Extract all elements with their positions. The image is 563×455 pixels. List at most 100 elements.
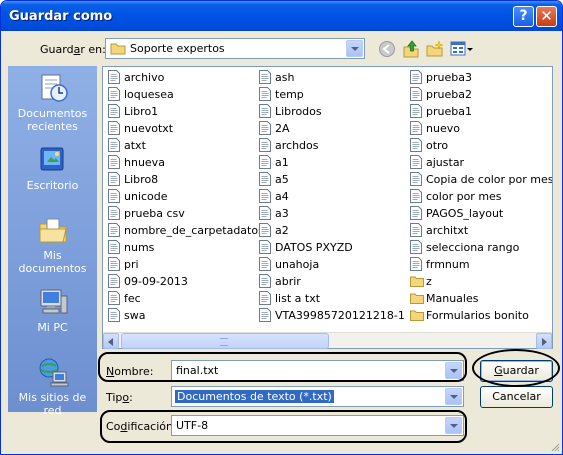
folder-icon	[410, 276, 424, 287]
new-folder-icon[interactable]	[426, 40, 444, 58]
close-button[interactable]: ✕	[536, 6, 557, 27]
text-file-icon	[259, 121, 271, 135]
text-file-icon	[108, 138, 120, 152]
desktop-icon	[40, 147, 63, 171]
item-name: PAGOS_layout	[426, 207, 504, 220]
save-in-dropdown[interactable]: Soporte expertos	[105, 38, 365, 59]
text-file-icon	[108, 172, 120, 186]
item-name: nuevo	[426, 122, 460, 135]
text-file-icon	[259, 257, 271, 271]
folder-icon	[410, 310, 424, 321]
text-file-icon	[410, 138, 422, 152]
save-in-value: Soporte expertos	[130, 42, 225, 55]
window-title: Guardar como	[9, 9, 113, 24]
chevron-down-icon[interactable]	[445, 388, 462, 405]
text-file-icon	[259, 223, 271, 237]
text-file-icon	[108, 308, 120, 322]
item-name: archdos	[275, 139, 319, 152]
text-file-icon	[259, 104, 271, 118]
resize-grip-icon[interactable]	[550, 442, 560, 452]
text-file-icon	[410, 223, 422, 237]
item-name: Libro1	[124, 105, 159, 118]
back-icon[interactable]	[378, 40, 396, 58]
place-my-documents[interactable]: Mis documentos	[8, 214, 97, 275]
text-file-icon	[259, 155, 271, 169]
chevron-down-icon[interactable]	[445, 417, 462, 434]
filename-input[interactable]: final.txt	[171, 360, 464, 381]
item-name: temp	[275, 88, 304, 101]
scroll-left-icon[interactable]	[103, 333, 119, 349]
encoding-dropdown[interactable]: UTF-8	[171, 415, 464, 436]
chevron-down-icon[interactable]	[346, 40, 363, 57]
text-file-icon	[108, 223, 120, 237]
item-name: nuevotxt	[124, 122, 174, 135]
item-name: Copia de color por mes	[426, 173, 553, 186]
text-file-icon	[108, 121, 120, 135]
item-name: unahoja	[275, 258, 320, 271]
place-network-places[interactable]: Mis sitios de red	[8, 356, 97, 417]
text-file-icon	[410, 240, 422, 254]
text-file-icon	[410, 257, 422, 271]
file-list[interactable]: archivo loquesea Libro1 nuevotxt atxt hnueva L…	[102, 66, 553, 349]
text-file-icon	[410, 87, 422, 101]
scroll-right-icon[interactable]	[536, 333, 552, 349]
item-name: frmnum	[426, 258, 470, 271]
item-name: prueba3	[426, 71, 472, 84]
item-name: Formularios bonito	[426, 309, 529, 322]
text-file-icon	[259, 274, 271, 288]
text-file-icon	[259, 291, 271, 305]
horizontal-scrollbar[interactable]	[103, 332, 552, 349]
item-name: list a txt	[275, 292, 321, 305]
item-name: ash	[275, 71, 295, 84]
text-file-icon	[108, 291, 120, 305]
item-name: hnueva	[124, 156, 165, 169]
item-name: Librodos	[275, 105, 322, 118]
text-file-icon	[410, 206, 422, 220]
item-name: a5	[275, 173, 289, 186]
type-dropdown[interactable]: Documentos de texto (*.txt)	[171, 386, 464, 407]
text-file-icon	[108, 274, 120, 288]
title-bar[interactable]: Guardar como ? ✕	[1, 1, 562, 31]
text-file-icon	[259, 206, 271, 220]
place-my-computer[interactable]: Mi PC	[8, 286, 97, 334]
item-name: prueba2	[426, 88, 472, 101]
type-value: Documentos de texto (*.txt)	[175, 390, 334, 403]
up-folder-icon[interactable]	[402, 40, 420, 58]
text-file-icon	[410, 189, 422, 203]
text-file-icon	[259, 70, 271, 84]
view-menu-icon[interactable]	[450, 40, 474, 58]
item-name: selecciona rango	[426, 241, 520, 254]
save-button[interactable]: Guardar	[480, 360, 553, 382]
folder-icon	[410, 293, 424, 304]
item-name: Libro8	[124, 173, 159, 186]
text-file-icon	[410, 155, 422, 169]
text-file-icon	[259, 189, 271, 203]
text-file-icon	[108, 87, 120, 101]
text-file-icon	[108, 206, 120, 220]
cancel-button[interactable]: Cancelar	[480, 386, 553, 408]
text-file-icon	[108, 70, 120, 84]
place-desktop[interactable]: Escritorio	[8, 144, 97, 192]
item-name: a4	[275, 190, 289, 203]
chevron-down-icon[interactable]	[445, 362, 462, 379]
item-name: a3	[275, 207, 289, 220]
encoding-label: Codificación:	[106, 420, 177, 433]
item-name: loquesea	[124, 88, 174, 101]
help-button[interactable]: ?	[513, 6, 534, 27]
folder-icon	[110, 43, 126, 55]
text-file-icon	[259, 308, 271, 322]
text-file-icon	[108, 104, 120, 118]
scrollbar-thumb[interactable]	[121, 333, 329, 349]
item-name: color por mes	[426, 190, 502, 203]
my-documents-icon	[39, 218, 67, 243]
item-name: archivo	[124, 71, 165, 84]
text-file-icon	[108, 257, 120, 271]
item-name: VTA39985720121218-1	[275, 309, 405, 322]
place-recent-documents[interactable]: Documentos recientes	[8, 72, 97, 133]
item-name: atxt	[124, 139, 146, 152]
text-file-icon	[410, 70, 422, 84]
filename-value[interactable]: final.txt	[176, 364, 218, 377]
item-name: DATOS PXYZD	[275, 241, 353, 254]
item-name: pri	[124, 258, 139, 271]
text-file-icon	[259, 240, 271, 254]
